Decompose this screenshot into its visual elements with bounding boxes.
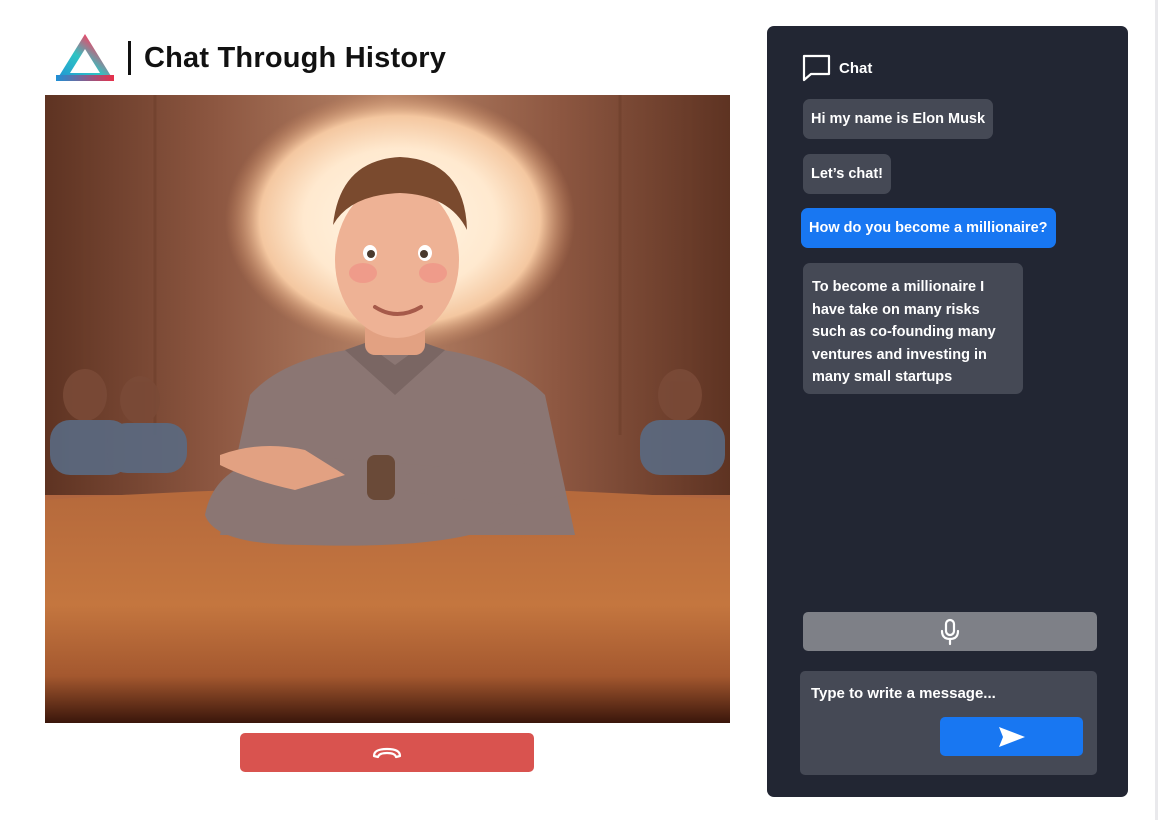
chat-message-user: How do you become a millionaire?	[801, 208, 1056, 248]
chat-header-label: Chat	[839, 59, 873, 77]
send-button[interactable]	[940, 717, 1083, 756]
chat-message-assistant: Hi my name is Elon Musk	[803, 99, 994, 139]
message-text: Let’s chat!	[811, 165, 883, 182]
message-line: have take on many risks	[812, 301, 980, 318]
send-icon	[998, 726, 1025, 747]
chat-panel: Chat Hi my name is Elon Musk Let’s chat!…	[767, 26, 1128, 797]
message-text: How do you become a millionaire?	[809, 219, 1048, 236]
chat-bubble-icon	[802, 54, 831, 82]
app-title: Chat Through History	[144, 41, 447, 74]
brand-header: Chat Through History	[54, 32, 446, 84]
microphone-icon	[940, 618, 960, 645]
video-feed	[45, 95, 730, 723]
message-line: ventures and investing in	[812, 346, 987, 363]
triangle-logo-icon	[56, 34, 114, 81]
chat-message-assistant: To become a millionaire I have take on m…	[803, 263, 1023, 394]
message-composer	[800, 671, 1097, 775]
title-divider	[128, 41, 131, 75]
chat-header: Chat	[802, 54, 872, 82]
portrait-illustration	[45, 95, 730, 723]
microphone-button[interactable]	[803, 612, 1097, 651]
message-text: Hi my name is Elon Musk	[811, 110, 986, 127]
phone-hangup-icon	[372, 747, 402, 758]
message-line: To become a millionaire I	[812, 279, 985, 295]
message-line: such as co-founding many	[812, 324, 996, 340]
message-line: many small startups	[812, 369, 953, 385]
message-input[interactable]	[800, 671, 1097, 707]
chat-message-assistant: Let’s chat!	[803, 154, 891, 194]
end-call-button[interactable]	[240, 733, 534, 772]
